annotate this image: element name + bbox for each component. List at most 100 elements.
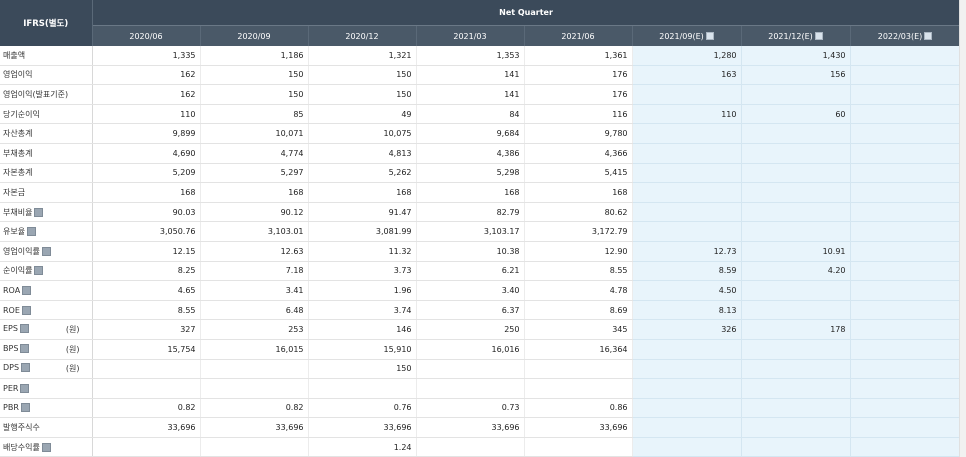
row-label-cell: ROA [0, 280, 93, 301]
row-label: PBR [3, 403, 19, 413]
row-label: EPS [3, 324, 18, 334]
value-cell: 4.50 [632, 280, 742, 301]
value-cell: 168 [524, 182, 633, 203]
value-cell: 4,774 [200, 143, 309, 164]
value-cell: 110 [632, 104, 742, 125]
info-icon[interactable] [21, 363, 31, 373]
value-cell [741, 437, 851, 457]
value-cell: 0.76 [308, 398, 417, 419]
value-cell [92, 378, 201, 399]
value-cell: 91.47 [308, 202, 417, 223]
estimate-info-icon[interactable] [705, 32, 714, 40]
value-cell: 168 [92, 182, 201, 203]
value-cell: 0.82 [92, 398, 201, 419]
info-icon[interactable] [20, 343, 30, 353]
vertical-scrollbar[interactable] [959, 0, 966, 457]
info-icon[interactable] [34, 207, 44, 217]
value-cell: 253 [200, 319, 309, 340]
value-cell: 1.96 [308, 280, 417, 301]
row-label: PER [3, 383, 19, 393]
unit-label: (원) [65, 364, 80, 374]
value-cell [741, 221, 851, 242]
estimate-info-icon[interactable] [924, 32, 933, 40]
value-cell: 0.82 [200, 398, 309, 419]
row-label-cell: 영업이익(발표기준) [0, 84, 93, 105]
value-cell: 85 [200, 104, 309, 125]
value-cell: 4,690 [92, 143, 201, 164]
value-cell [416, 437, 525, 457]
row-label-cell: PER [0, 378, 93, 399]
value-cell: 176 [524, 84, 633, 105]
value-cell: 176 [524, 65, 633, 86]
value-cell [741, 163, 851, 184]
value-cell [741, 123, 851, 144]
value-cell [850, 319, 961, 340]
value-cell [850, 123, 961, 144]
value-cell [850, 417, 961, 438]
value-cell [524, 437, 633, 457]
column-header-label: 2020/06 [129, 31, 163, 41]
info-icon[interactable] [41, 442, 51, 452]
row-label-cell: 영업이익률 [0, 241, 93, 262]
value-cell [200, 437, 309, 457]
row-label-cell: DPS (원) [0, 359, 93, 380]
value-cell [632, 359, 742, 380]
table-row: 부채비율 90.03 90.12 91.47 82.79 80.62 [0, 202, 961, 223]
value-cell [741, 280, 851, 301]
info-icon[interactable] [34, 266, 44, 276]
row-label: 영업이익률 [3, 246, 40, 256]
value-cell [741, 359, 851, 380]
table-row: PBR 0.82 0.82 0.76 0.73 0.86 [0, 398, 961, 419]
value-cell: 1.24 [308, 437, 417, 457]
value-cell [200, 359, 309, 380]
value-cell: 8.13 [632, 300, 742, 321]
value-cell: 150 [308, 359, 417, 380]
value-cell: 1,430 [741, 46, 851, 66]
info-icon[interactable] [22, 285, 32, 295]
column-header: 2021/09(E) [632, 25, 742, 46]
value-cell [632, 163, 742, 184]
value-cell: 150 [200, 84, 309, 105]
value-cell: 6.48 [200, 300, 309, 321]
value-cell: 12.15 [92, 241, 201, 262]
info-icon[interactable] [19, 324, 29, 334]
value-cell: 9,899 [92, 123, 201, 144]
column-header: 2021/03 [416, 25, 525, 46]
value-cell: 156 [741, 65, 851, 86]
value-cell: 3.74 [308, 300, 417, 321]
value-cell: 327 [92, 319, 201, 340]
value-cell: 10.91 [741, 241, 851, 262]
value-cell: 5,298 [416, 163, 525, 184]
value-cell [850, 221, 961, 242]
info-icon[interactable] [20, 383, 30, 393]
value-cell [850, 300, 961, 321]
value-cell [632, 202, 742, 223]
value-cell: 150 [200, 65, 309, 86]
value-cell [632, 221, 742, 242]
row-label-cell: BPS (원) [0, 339, 93, 360]
info-icon[interactable] [41, 246, 51, 256]
value-cell [632, 84, 742, 105]
table-row: 영업이익(발표기준) 162 150 150 141 176 [0, 84, 961, 105]
value-cell: 33,696 [416, 417, 525, 438]
row-label-cell: 자본총계 [0, 163, 93, 184]
value-cell: 3,103.01 [200, 221, 309, 242]
table-row: 당기순이익 110 85 49 84 116 110 60 [0, 104, 961, 125]
value-cell [308, 378, 417, 399]
value-cell: 150 [308, 65, 417, 86]
value-cell: 3,050.76 [92, 221, 201, 242]
value-cell [850, 46, 961, 66]
value-cell [632, 417, 742, 438]
value-cell [524, 359, 633, 380]
value-cell [850, 84, 961, 105]
value-cell: 150 [308, 84, 417, 105]
info-icon[interactable] [20, 403, 30, 413]
row-label: 부채비율 [3, 207, 33, 217]
value-cell: 1,186 [200, 46, 309, 66]
row-label-cell: 순이익률 [0, 261, 93, 282]
value-cell [850, 241, 961, 262]
value-cell: 12.63 [200, 241, 309, 262]
info-icon[interactable] [21, 305, 31, 315]
estimate-info-icon[interactable] [814, 32, 823, 40]
info-icon[interactable] [27, 227, 37, 237]
